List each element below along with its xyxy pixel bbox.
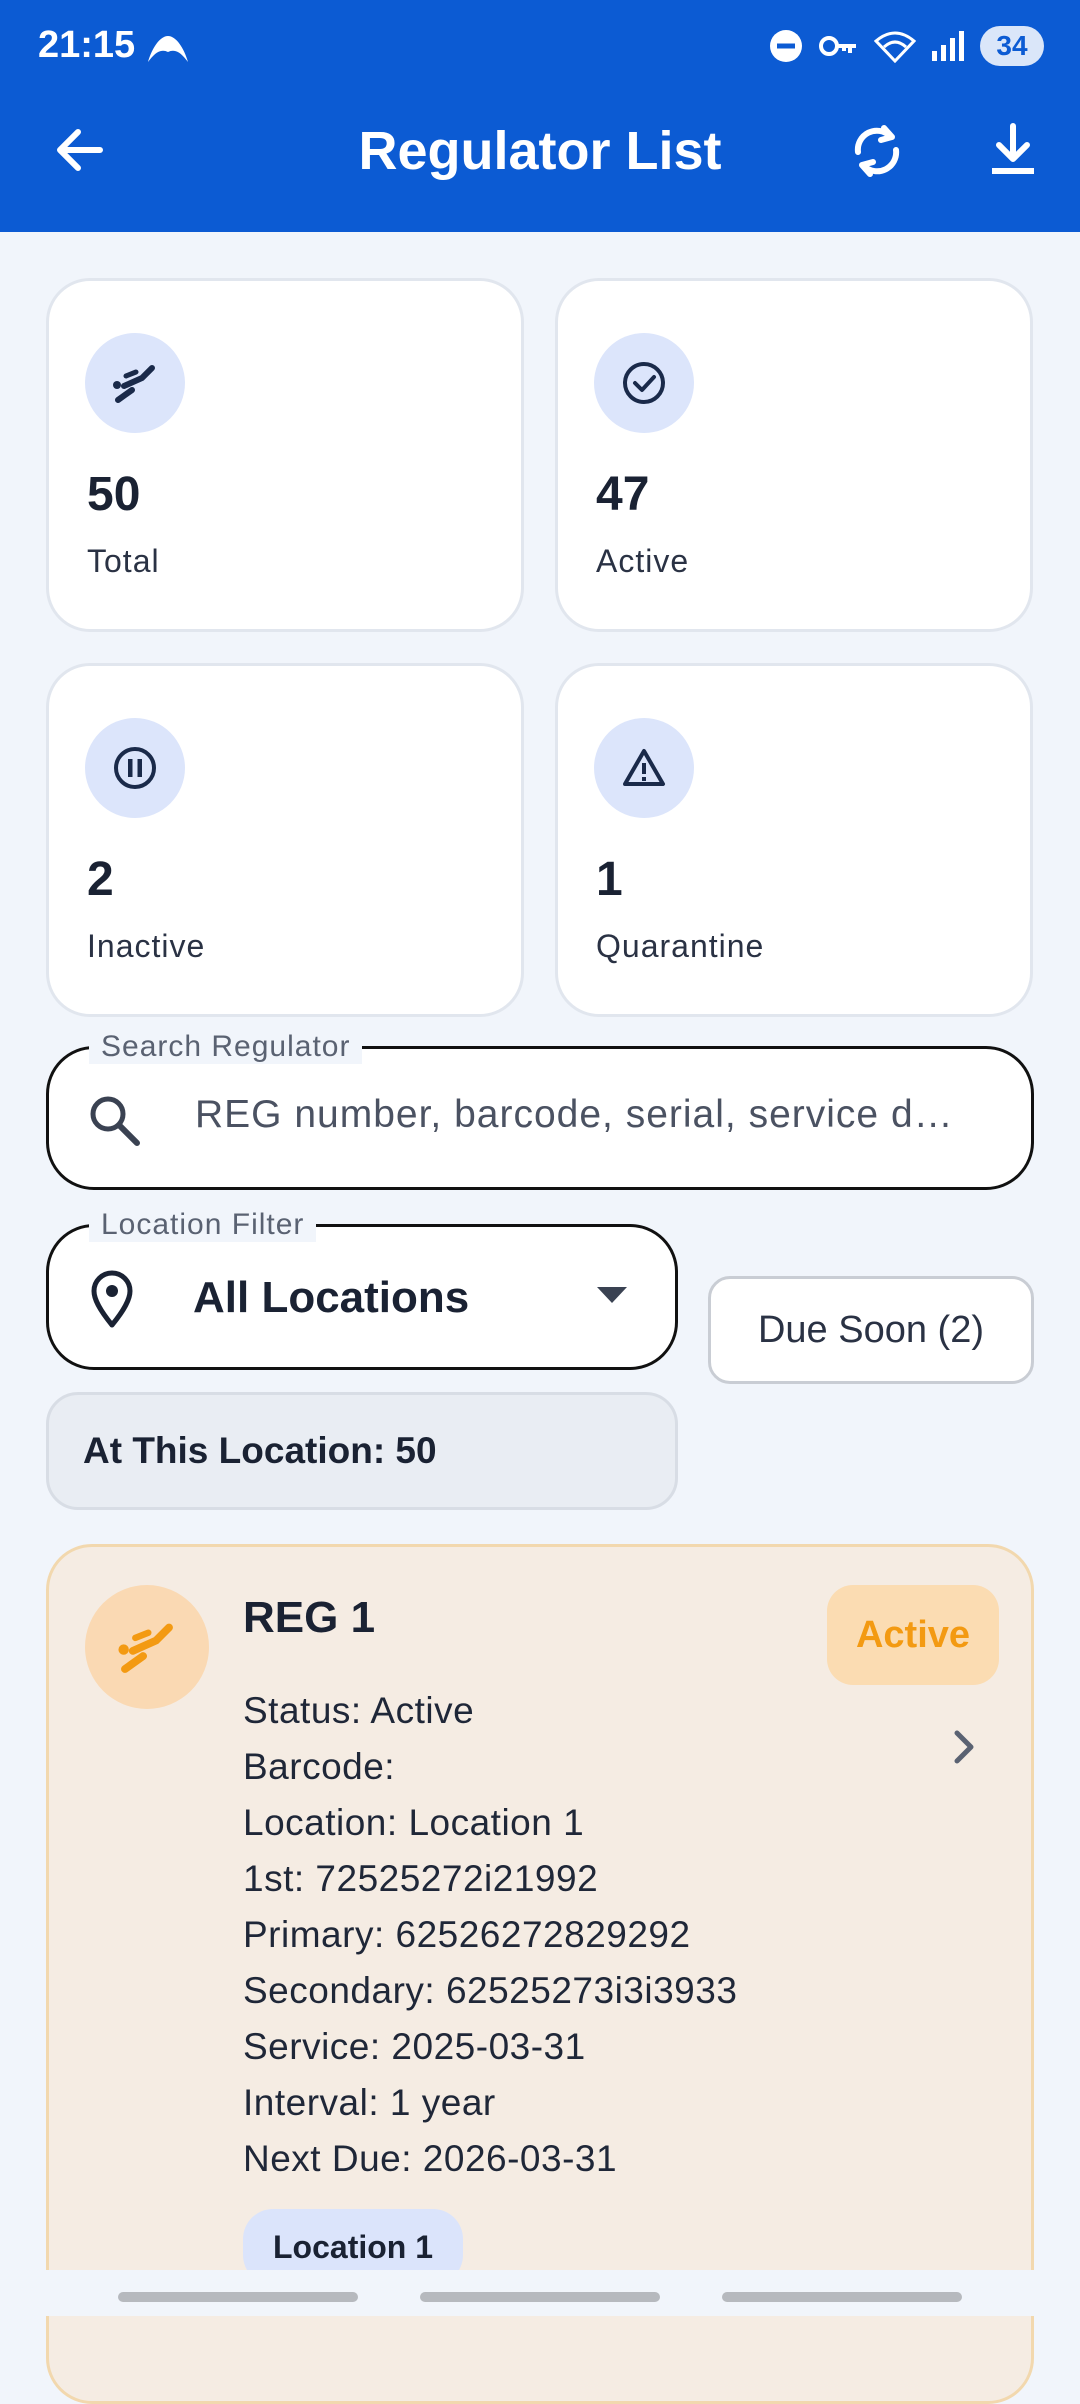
dropdown-caret-icon bbox=[597, 1287, 627, 1303]
search-input[interactable]: REG number, barcode, serial, service d… bbox=[195, 1093, 1015, 1137]
page-title: Regulator List bbox=[358, 121, 722, 181]
stat-card-total[interactable]: 50 Total bbox=[46, 278, 524, 632]
wifi-icon bbox=[874, 31, 916, 63]
nav-handle-left[interactable] bbox=[118, 2292, 358, 2302]
signal-icon bbox=[932, 31, 964, 61]
search-field-label: Search Regulator bbox=[89, 1030, 363, 1064]
location-filter-label: Location Filter bbox=[89, 1208, 317, 1242]
warning-icon bbox=[594, 718, 694, 818]
location-count-banner: At This Location: 50 bbox=[46, 1392, 678, 1510]
pause-circle-icon bbox=[85, 718, 185, 818]
stat-card-quarantine[interactable]: 1 Quarantine bbox=[555, 663, 1033, 1017]
diver-icon bbox=[85, 333, 185, 433]
navigation-bar bbox=[0, 2270, 1080, 2316]
detail-primary: Primary: 62526272829292 bbox=[243, 1914, 691, 1955]
stat-card-active[interactable]: 47 Active bbox=[555, 278, 1033, 632]
detail-interval: Interval: 1 year bbox=[243, 2082, 496, 2123]
stat-value-inactive: 2 bbox=[87, 853, 114, 906]
search-icon bbox=[90, 1096, 140, 1146]
diver-icon bbox=[85, 1585, 209, 1709]
detail-location: Location: Location 1 bbox=[243, 1802, 585, 1843]
cloud-icon bbox=[148, 36, 188, 62]
app-bar: 21:15 34 Regulator List bbox=[0, 0, 1080, 232]
detail-next-due: Next Due: 2026-03-31 bbox=[243, 2138, 618, 2179]
detail-first-stage: 1st: 72525272i21992 bbox=[243, 1858, 599, 1899]
stat-label-quarantine: Quarantine bbox=[596, 928, 765, 964]
regulator-details: Status: Active Barcode: Location: Locati… bbox=[243, 1683, 737, 2187]
status-badge: Active bbox=[827, 1585, 999, 1685]
search-field[interactable]: Search Regulator REG number, barcode, se… bbox=[46, 1030, 1034, 1190]
stat-label-total: Total bbox=[87, 543, 160, 579]
detail-service: Service: 2025-03-31 bbox=[243, 2026, 586, 2067]
key-icon bbox=[819, 36, 856, 56]
status-bar: 21:15 34 bbox=[0, 0, 1080, 96]
stat-card-inactive[interactable]: 2 Inactive bbox=[46, 663, 524, 1017]
nav-handle-right[interactable] bbox=[722, 2292, 962, 2302]
sync-icon[interactable] bbox=[844, 118, 910, 184]
check-circle-icon bbox=[594, 333, 694, 433]
dnd-icon bbox=[770, 30, 802, 62]
location-pin-icon bbox=[91, 1270, 133, 1328]
stat-value-quarantine: 1 bbox=[596, 853, 623, 906]
detail-status: Status: Active bbox=[243, 1690, 475, 1731]
stat-label-inactive: Inactive bbox=[87, 928, 206, 964]
stat-value-total: 50 bbox=[87, 468, 141, 521]
status-time: 21:15 bbox=[38, 24, 136, 66]
chevron-right-icon[interactable] bbox=[949, 1727, 979, 1767]
detail-secondary: Secondary: 62525273i3i3933 bbox=[243, 1970, 738, 2011]
status-icons: 34 bbox=[768, 26, 1044, 66]
location-filter-value: All Locations bbox=[193, 1273, 470, 1322]
nav-handle-center[interactable] bbox=[420, 2292, 660, 2302]
battery-indicator: 34 bbox=[980, 26, 1044, 66]
download-icon[interactable] bbox=[980, 118, 1046, 184]
location-filter-dropdown[interactable]: Location Filter All Locations bbox=[46, 1208, 678, 1370]
detail-barcode: Barcode: bbox=[243, 1746, 396, 1787]
stat-value-active: 47 bbox=[596, 468, 650, 521]
regulator-name: REG 1 bbox=[243, 1593, 376, 1642]
stat-label-active: Active bbox=[596, 543, 690, 579]
due-soon-button[interactable]: Due Soon (2) bbox=[708, 1276, 1034, 1384]
